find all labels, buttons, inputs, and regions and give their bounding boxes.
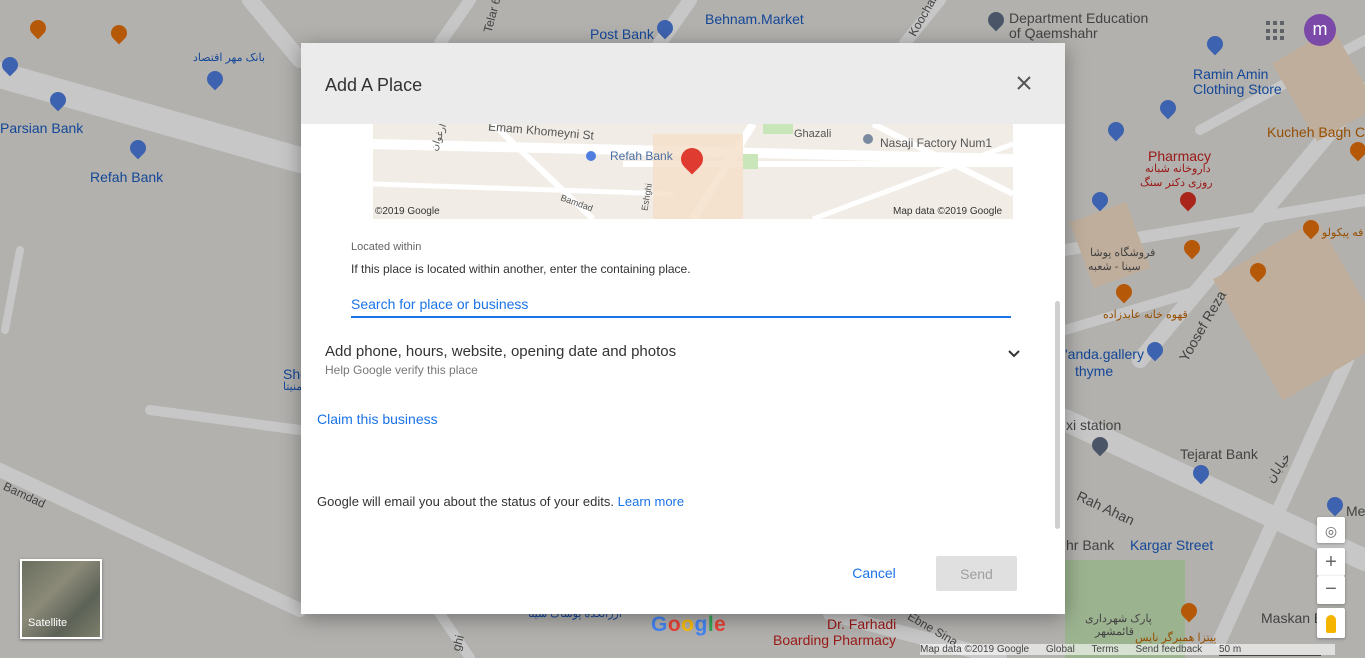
send-button[interactable]: Send	[936, 556, 1017, 591]
minimap-place-icon	[863, 134, 873, 144]
expand-section-subtitle: Help Google verify this place	[325, 363, 478, 377]
add-place-dialog: Add A Place Emam Khomeyni St Refah Bank	[301, 43, 1065, 614]
minimap-label-refah-bank: Refah Bank	[610, 149, 673, 163]
claim-business-link[interactable]: Claim this business	[317, 411, 438, 427]
expand-section-title[interactable]: Add phone, hours, website, opening date …	[325, 343, 676, 360]
located-within-label: Located within	[351, 241, 422, 253]
my-location-icon: ◎	[1324, 523, 1338, 539]
my-location-button[interactable]: ◎	[1317, 517, 1345, 543]
minimap-street-ghazali: Ghazali	[794, 128, 832, 140]
satellite-toggle[interactable]: Satellite	[20, 559, 102, 639]
email-notice-text: Google will email you about the status o…	[317, 494, 614, 509]
pegman-icon	[1326, 614, 1336, 633]
footer-scale[interactable]: 50 m	[1218, 644, 1322, 656]
map-footer: Map data ©2019 Google Global Terms Send …	[920, 644, 1336, 656]
satellite-label: Satellite	[28, 617, 68, 629]
located-within-description: If this place is located within another,…	[351, 262, 691, 276]
email-notice: Google will email you about the status o…	[317, 494, 684, 509]
location-minimap[interactable]: Emam Khomeyni St Refah Bank Ghazali Nasa…	[373, 124, 1013, 219]
cancel-button[interactable]: Cancel	[840, 556, 908, 590]
footer-terms[interactable]: Terms	[1091, 644, 1118, 655]
zoom-in-button[interactable]: +	[1317, 548, 1345, 576]
close-button[interactable]	[1013, 72, 1035, 94]
minimap-label-nasaji: Nasaji Factory Num1	[880, 136, 993, 150]
google-logo: Google	[651, 613, 727, 636]
minimap-bank-icon	[586, 151, 596, 161]
dialog-title: Add A Place	[325, 75, 423, 95]
dialog-header: Add A Place	[301, 43, 1065, 124]
pegman-button[interactable]	[1317, 608, 1345, 638]
minimap-map-data: Map data ©2019 Google	[893, 206, 1003, 217]
learn-more-link[interactable]: Learn more	[618, 494, 684, 509]
containing-place-search-input[interactable]	[351, 292, 1011, 318]
close-icon	[1017, 76, 1031, 90]
footer-global[interactable]: Global	[1046, 644, 1075, 655]
zoom-out-button[interactable]: −	[1317, 576, 1345, 604]
account-avatar[interactable]: m	[1304, 14, 1336, 46]
footer-map-data: Map data ©2019 Google	[920, 644, 1030, 655]
chevron-down-icon[interactable]	[1006, 346, 1022, 362]
footer-send-feedback[interactable]: Send feedback	[1135, 644, 1202, 655]
dialog-scrollbar[interactable]	[1055, 301, 1060, 529]
minimap-copyright: ©2019 Google	[375, 206, 440, 217]
apps-grid-icon[interactable]	[1266, 21, 1286, 41]
